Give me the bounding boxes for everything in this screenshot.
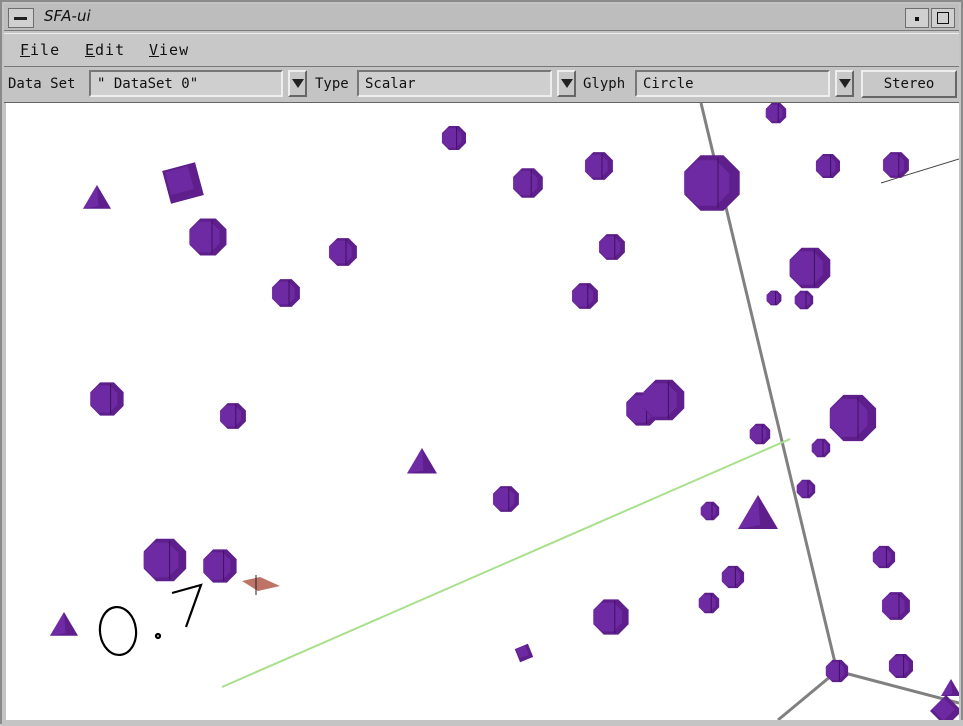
sphere-glyph (749, 423, 771, 445)
scene-canvas[interactable] (6, 103, 959, 720)
sphere-glyph (593, 599, 629, 635)
sphere-glyph (328, 238, 357, 266)
menu-view-label: iew (159, 41, 190, 59)
dataset-select[interactable]: " DataSet 0" (89, 70, 283, 97)
sphere-glyph (584, 152, 613, 180)
toolbar: Data Set " DataSet 0" Type Scalar Glyph … (4, 67, 959, 103)
sphere-glyph (794, 290, 814, 310)
type-label: Type (315, 76, 349, 92)
sphere-glyph (203, 549, 237, 583)
triangle-glyph (83, 185, 111, 209)
triangle-glyph (738, 495, 778, 529)
glyph-dropdown-arrow-icon[interactable] (835, 70, 854, 97)
sphere-glyph (271, 279, 300, 307)
menu-file-label: ile (30, 41, 61, 59)
status-strip (2, 720, 963, 726)
glyph-select[interactable]: Circle (635, 70, 830, 97)
menu-edit[interactable]: Edit (85, 41, 125, 59)
sphere-glyph (700, 501, 720, 521)
menu-edit-label: dit (95, 41, 126, 59)
sphere-glyph (789, 247, 831, 289)
sphere-glyph (189, 218, 227, 256)
sphere-glyph (698, 592, 720, 614)
sphere-glyph (219, 403, 246, 429)
triangle-glyph (407, 448, 437, 474)
window-menu-button[interactable] (8, 8, 34, 28)
title-bar[interactable]: SFA-ui (4, 4, 959, 31)
triangle-glyph (941, 679, 959, 696)
sphere-glyph (513, 168, 543, 198)
sphere-glyph (492, 486, 519, 512)
menu-edit-mnemonic: E (85, 41, 96, 59)
dataset-label: Data Set (8, 76, 76, 92)
sphere-glyph (441, 126, 466, 150)
cube-glyph (930, 695, 959, 720)
type-select[interactable]: Scalar (357, 70, 552, 97)
sphere-glyph (643, 379, 685, 421)
sphere-glyph (796, 479, 816, 499)
sphere-glyph (829, 394, 877, 442)
app-window: SFA-ui File Edit View Data Set " DataSet… (0, 0, 963, 726)
sphere-glyph (683, 155, 740, 211)
sphere-glyph (90, 382, 124, 416)
menu-bar: File Edit View (4, 33, 959, 67)
scale-label (98, 583, 203, 657)
green-line (221, 438, 791, 688)
probe-marker (242, 575, 280, 595)
menu-view-mnemonic: V (149, 41, 160, 59)
glyph-layer (50, 103, 959, 720)
sphere-glyph (815, 154, 840, 178)
sphere-glyph (811, 438, 831, 458)
3d-viewport[interactable] (6, 103, 959, 720)
triangle-glyph (50, 612, 78, 636)
sphere-glyph (888, 654, 913, 678)
sphere-glyph (872, 545, 896, 569)
stereo-button[interactable]: Stereo (861, 70, 957, 98)
sphere-glyph (143, 538, 187, 582)
maximize-button[interactable] (931, 8, 955, 28)
menu-file[interactable]: File (20, 41, 60, 59)
menu-view[interactable]: View (149, 41, 189, 59)
sphere-glyph (765, 103, 787, 124)
sphere-glyph (881, 592, 910, 620)
dataset-dropdown-arrow-icon[interactable] (288, 70, 307, 97)
cube-glyph (162, 162, 204, 204)
menu-file-mnemonic: F (20, 41, 31, 59)
sphere-glyph (721, 565, 745, 589)
glyph-label: Glyph (583, 76, 626, 92)
cube-glyph (514, 643, 534, 663)
sphere-glyph (766, 290, 782, 306)
type-dropdown-arrow-icon[interactable] (557, 70, 576, 97)
window-title: SFA-ui (44, 7, 91, 25)
sphere-glyph (882, 152, 909, 178)
sphere-glyph (571, 283, 598, 309)
minimize-button[interactable] (905, 8, 929, 28)
sphere-glyph (598, 234, 625, 260)
axis-line (777, 669, 838, 720)
